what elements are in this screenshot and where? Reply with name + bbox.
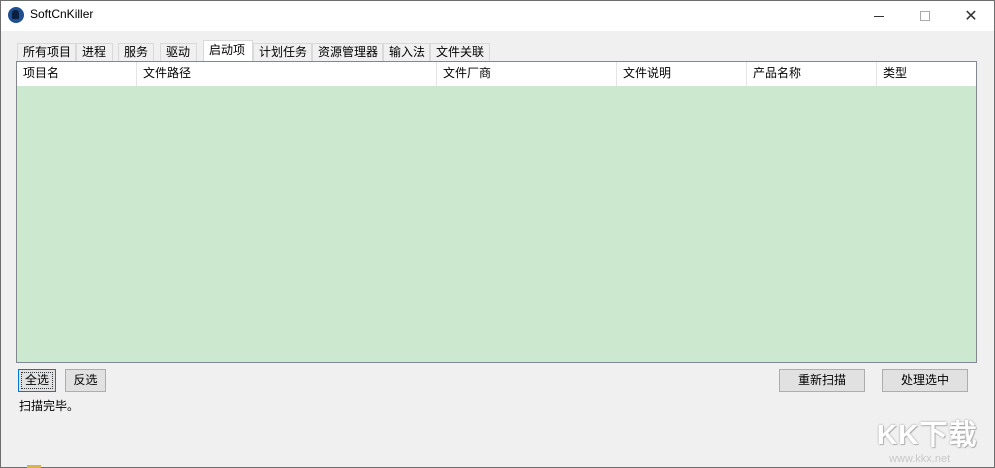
title-bar[interactable]: SoftCnKiller ✕ [1,1,994,31]
items-list-view[interactable]: 项目名 文件路径 文件厂商 文件说明 产品名称 类型 [16,61,977,363]
column-header-file-description[interactable]: 文件说明 [617,62,747,86]
rescan-button[interactable]: 重新扫描 [779,369,865,392]
tab-all-items[interactable]: 所有项目 [17,43,76,61]
watermark-url: www.kkx.net [889,453,951,465]
tab-drivers[interactable]: 驱动 [160,43,197,61]
minimize-button[interactable] [856,1,902,31]
close-icon: ✕ [964,6,978,25]
maximize-icon [920,11,930,21]
site-watermark: KK下载 www.kkx.net [877,413,995,468]
tab-explorer[interactable]: 资源管理器 [312,43,383,61]
invert-selection-button[interactable]: 反选 [65,369,106,392]
tab-input-method[interactable]: 输入法 [383,43,430,61]
tab-processes[interactable]: 进程 [76,43,113,61]
minimize-icon [874,15,884,17]
status-text: 扫描完毕。 [19,399,80,413]
column-header-product-name[interactable]: 产品名称 [747,62,877,86]
tab-services[interactable]: 服务 [118,43,154,61]
column-header-item-name[interactable]: 项目名 [17,62,137,86]
select-all-button[interactable]: 全选 [18,369,56,392]
window-title: SoftCnKiller [30,7,94,21]
app-window: SoftCnKiller ✕ 所有项目 进程 服务 驱动 启动项 计划任务 资源… [0,0,995,468]
tab-file-association[interactable]: 文件关联 [430,43,490,61]
tab-startup-items[interactable]: 启动项 [203,40,253,61]
column-header-file-path[interactable]: 文件路径 [137,62,437,86]
app-icon [8,7,24,23]
process-selected-button[interactable]: 处理选中 [882,369,968,392]
watermark-logo: KK下载 [877,419,978,450]
list-header: 项目名 文件路径 文件厂商 文件说明 产品名称 类型 [17,62,976,86]
column-header-file-vendor[interactable]: 文件厂商 [437,62,617,86]
close-button[interactable]: ✕ [948,1,994,31]
column-header-type[interactable]: 类型 [877,62,976,86]
maximize-button[interactable] [902,1,948,31]
tab-scheduled-tasks[interactable]: 计划任务 [253,43,312,61]
